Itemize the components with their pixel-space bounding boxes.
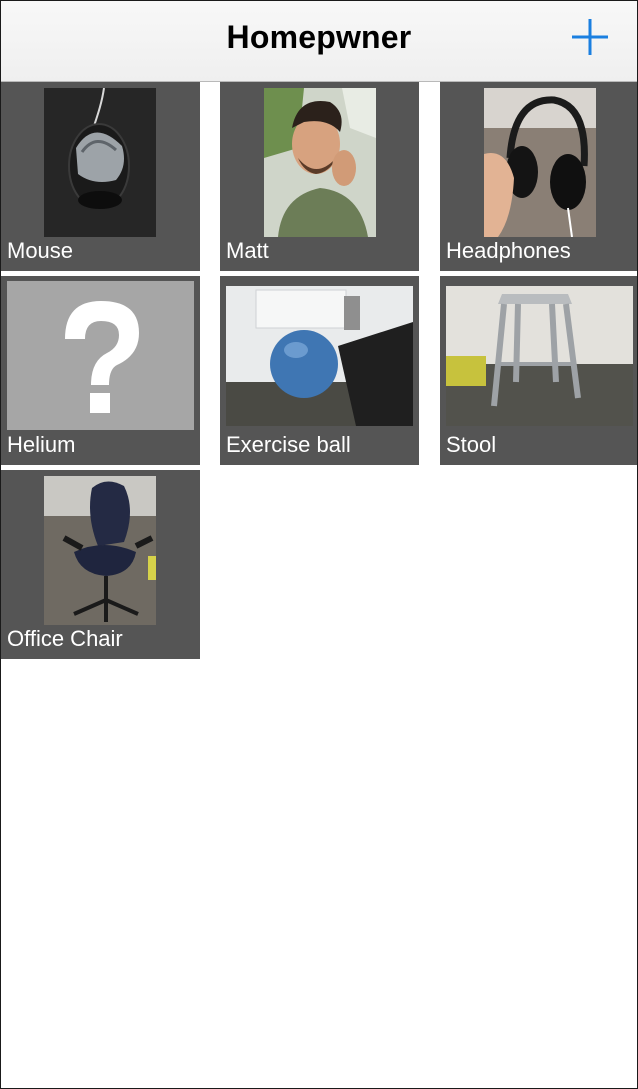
item-label: Exercise ball (226, 432, 351, 457)
item-cell[interactable]: Office Chair (1, 470, 200, 659)
item-cell[interactable]: Headphones (440, 82, 637, 271)
item-cell[interactable]: Mouse (1, 82, 200, 271)
item-cell[interactable]: Exercise ball (220, 276, 419, 465)
item-label: Office Chair (7, 626, 123, 651)
item-label: Matt (226, 238, 269, 263)
placeholder-question-icon (7, 281, 194, 430)
item-photo-person (264, 88, 376, 237)
item-label: Headphones (446, 238, 571, 263)
item-label: Helium (7, 432, 76, 457)
item-photo-mouse (44, 88, 156, 237)
item-photo-headphones (484, 88, 596, 237)
item-label: Stool (446, 432, 497, 457)
item-photo-office-chair (44, 476, 156, 625)
item-cell[interactable]: Matt (220, 82, 419, 271)
add-item-button[interactable] (566, 13, 614, 61)
plus-icon (572, 19, 608, 55)
app-screen: Homepwner Mouse Matt Headphones Helium E… (0, 0, 638, 1089)
item-photo-stool (446, 286, 633, 426)
nav-title: Homepwner (226, 19, 412, 55)
item-cell[interactable]: Helium (1, 276, 200, 465)
item-photo-exercise-ball (226, 286, 413, 426)
item-label: Mouse (7, 238, 74, 263)
navigation-bar: Homepwner (1, 1, 637, 82)
item-cell[interactable]: Stool (440, 276, 637, 465)
